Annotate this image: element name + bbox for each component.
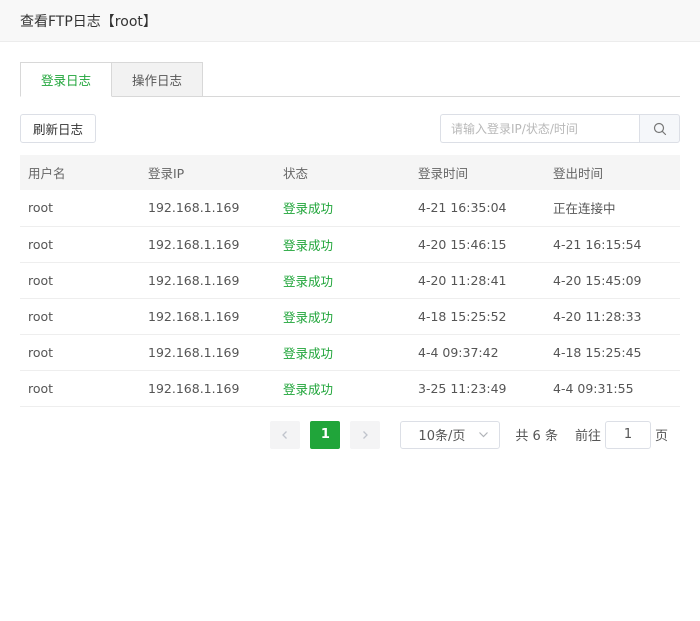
goto-prefix: 前往	[574, 429, 601, 444]
cell-status: 登录成功	[275, 370, 410, 407]
dialog-title: 查看FTP日志【root】	[20, 13, 157, 30]
cell-username: root	[20, 298, 140, 335]
cell-logout-time: 4-4 09:31:55	[545, 370, 680, 407]
next-page-button[interactable]	[350, 420, 381, 449]
login-log-table: 用户名 登录IP 状态 登录时间 登出时间 root 192.168.1.169…	[20, 155, 680, 407]
cell-status: 登录成功	[275, 190, 410, 227]
pagination: 1 10条/页 共 6 条 前往 1 页	[20, 420, 680, 449]
table-header-row: 用户名 登录IP 状态 登录时间 登出时间	[20, 155, 680, 190]
cell-username: root	[20, 190, 140, 227]
dialog-header: 查看FTP日志【root】	[0, 0, 700, 42]
cell-logout-time: 4-20 11:28:33	[545, 298, 680, 335]
search-box	[440, 114, 680, 143]
table-row: root 192.168.1.169 登录成功 4-21 16:35:04 正在…	[20, 190, 680, 227]
cell-login-ip: 192.168.1.169	[140, 298, 275, 335]
cell-login-ip: 192.168.1.169	[140, 190, 275, 227]
cell-logout-time: 4-18 15:25:45	[545, 334, 680, 371]
cell-username: root	[20, 334, 140, 371]
total-count: 共 6 条	[515, 429, 558, 444]
cell-login-ip: 192.168.1.169	[140, 262, 275, 299]
cell-login-time: 4-18 15:25:52	[410, 298, 545, 335]
cell-login-time: 4-21 16:35:04	[410, 190, 545, 227]
goto-page-input[interactable]: 1	[604, 420, 651, 449]
cell-login-time: 4-4 09:37:42	[410, 334, 545, 371]
table-row: root 192.168.1.169 登录成功 3-25 11:23:49 4-…	[20, 370, 680, 407]
table-row: root 192.168.1.169 登录成功 4-20 11:28:41 4-…	[20, 262, 680, 299]
cell-login-ip: 192.168.1.169	[140, 334, 275, 371]
ftp-log-dialog: 查看FTP日志【root】 登录日志 操作日志 刷新日志 请输入登录IP/状态/…	[0, 0, 700, 621]
page-number-current[interactable]: 1	[310, 420, 341, 449]
table-row: root 192.168.1.169 登录成功 4-18 15:25:52 4-…	[20, 298, 680, 335]
refresh-log-button[interactable]: 刷新日志	[20, 114, 97, 143]
column-header-login-ip: 登录IP	[140, 155, 275, 190]
page-size-select[interactable]: 10条/页	[400, 420, 501, 449]
chevron-right-icon	[363, 430, 369, 439]
goto-suffix: 页	[654, 429, 668, 444]
prev-page-button[interactable]	[270, 420, 301, 449]
cell-login-ip: 192.168.1.169	[140, 226, 275, 263]
cell-login-time: 4-20 11:28:41	[410, 262, 545, 299]
cell-login-time: 4-20 15:46:15	[410, 226, 545, 263]
column-header-login-time: 登录时间	[410, 155, 545, 190]
page-size-value: 10条/页	[418, 429, 466, 444]
cell-username: root	[20, 370, 140, 407]
table-row: root 192.168.1.169 登录成功 4-20 15:46:15 4-…	[20, 226, 680, 263]
chevron-left-icon	[282, 430, 288, 439]
tab-operation-log[interactable]: 操作日志	[112, 62, 204, 97]
cell-username: root	[20, 262, 140, 299]
tab-bar: 登录日志 操作日志	[20, 62, 680, 97]
cell-logout-time: 4-21 16:15:54	[545, 226, 680, 263]
chevron-down-icon	[479, 432, 489, 438]
cell-status: 登录成功	[275, 262, 410, 299]
column-header-status: 状态	[275, 155, 410, 190]
dialog-content: 登录日志 操作日志 刷新日志 用户名	[0, 42, 700, 449]
cell-status: 登录成功	[275, 334, 410, 371]
cell-logout-time: 正在连接中	[545, 190, 680, 227]
column-header-username: 用户名	[20, 155, 140, 190]
column-header-logout-time: 登出时间	[545, 155, 680, 190]
search-icon	[653, 122, 666, 135]
cell-login-time: 3-25 11:23:49	[410, 370, 545, 407]
cell-logout-time: 4-20 15:45:09	[545, 262, 680, 299]
toolbar: 刷新日志	[20, 114, 680, 143]
table-row: root 192.168.1.169 登录成功 4-4 09:37:42 4-1…	[20, 334, 680, 371]
tab-login-log[interactable]: 登录日志	[20, 62, 113, 97]
cell-username: root	[20, 226, 140, 263]
page-jumper: 前往 1 页	[574, 420, 668, 449]
cell-status: 登录成功	[275, 298, 410, 335]
cell-login-ip: 192.168.1.169	[140, 370, 275, 407]
cell-status: 登录成功	[275, 226, 410, 263]
search-input[interactable]	[440, 114, 639, 143]
search-button[interactable]	[639, 114, 680, 143]
